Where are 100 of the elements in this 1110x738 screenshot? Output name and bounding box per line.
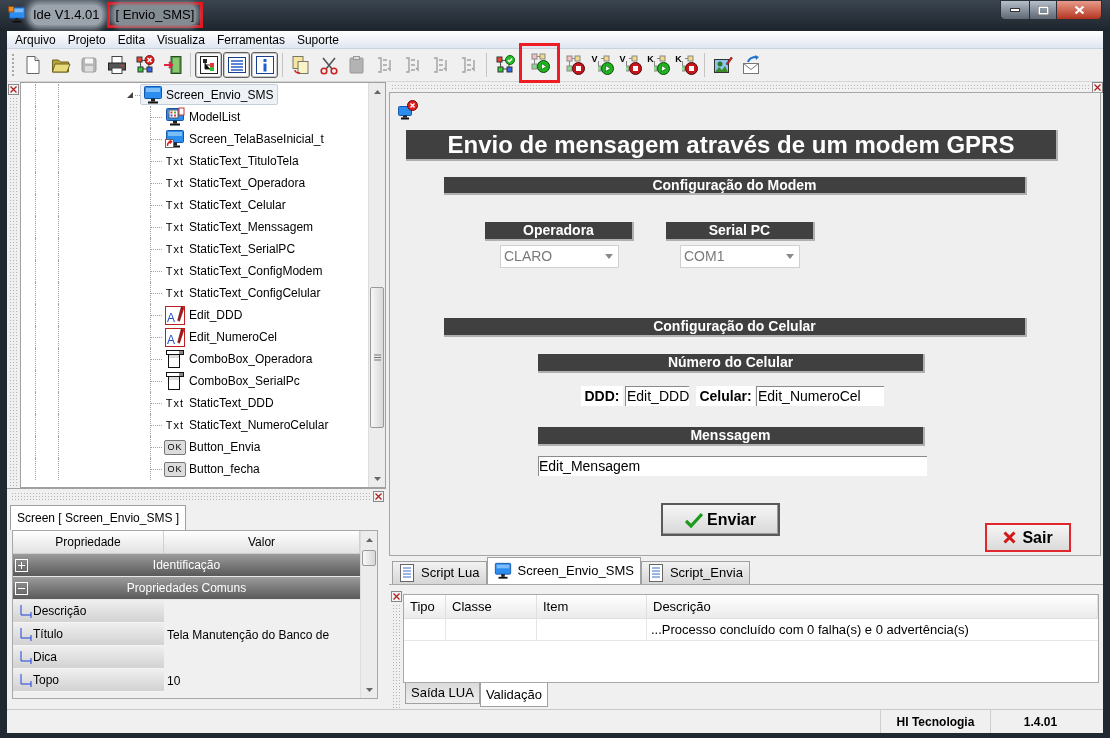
- tree-item[interactable]: ComboBox_SerialPc: [162, 370, 305, 392]
- close-icon[interactable]: [1092, 81, 1103, 93]
- combo-box-icon: [165, 371, 185, 391]
- toolbar-button[interactable]: K: [673, 52, 700, 78]
- type-label: Txt: [165, 419, 185, 431]
- tree-item[interactable]: OK Button_fecha: [162, 458, 265, 480]
- toolbar-button[interactable]: [251, 52, 278, 78]
- icon-letter: K: [647, 55, 654, 64]
- triangle-down-icon[interactable]: [127, 92, 133, 98]
- document-tab[interactable]: Screen_Envio_SMS: [486, 557, 641, 584]
- grip-icon: [373, 354, 381, 361]
- text-field[interactable]: Edit_NumeroCel: [756, 386, 884, 406]
- caret-down-icon: [365, 687, 373, 692]
- menu-item[interactable]: Suporte: [290, 31, 345, 48]
- field-label: Celular:: [696, 386, 755, 406]
- column-header: Tipo: [404, 595, 446, 618]
- type-label: OK: [164, 461, 186, 477]
- close-icon[interactable]: [373, 490, 384, 502]
- panel-grip[interactable]: [391, 84, 1090, 90]
- menu-item[interactable]: Ferramentas: [210, 31, 291, 48]
- monitor-icon: [8, 6, 26, 24]
- branch-icon: [20, 604, 32, 618]
- icon-letter: K: [675, 55, 682, 64]
- output-tab[interactable]: Validação: [479, 683, 548, 707]
- output-tab[interactable]: Saída LUA: [405, 683, 480, 704]
- maximize-button[interactable]: [1030, 0, 1057, 20]
- copy-icon: [290, 55, 311, 75]
- branch-icon: [20, 650, 32, 664]
- type-label: Txt: [165, 397, 185, 409]
- menu-item[interactable]: Projeto: [61, 31, 112, 48]
- door-icon: [162, 55, 183, 75]
- category-label: Identificação: [151, 557, 222, 574]
- toolbar-button[interactable]: V: [589, 52, 616, 78]
- menu-item[interactable]: Edita: [111, 31, 152, 48]
- type-label: Txt: [165, 155, 185, 167]
- property-name: Título: [33, 626, 63, 643]
- type-label: Txt: [165, 177, 185, 189]
- close-icon[interactable]: [8, 84, 19, 95]
- scrollbar-thumb[interactable]: [370, 287, 384, 428]
- property-value: 10: [167, 672, 181, 690]
- tree-item[interactable]: Txt StaticText_DDD: [162, 392, 279, 414]
- panel-grip[interactable]: [392, 604, 400, 709]
- document-tab[interactable]: Script_Envia: [640, 561, 750, 584]
- envelope-icon: [740, 55, 761, 75]
- network-error-icon: [134, 55, 155, 75]
- tree-item[interactable]: Txt StaticText_ConfigCelular: [162, 282, 326, 304]
- column-header: Classe: [446, 595, 537, 618]
- tree-item[interactable]: OK Button_Envia: [162, 436, 266, 458]
- close-icon[interactable]: [390, 591, 402, 602]
- close-button[interactable]: [1057, 0, 1102, 20]
- stop-icon: [625, 55, 642, 75]
- tree-item[interactable]: Screen_TelaBaseInicial_t: [162, 128, 329, 150]
- caret-down-icon: [373, 476, 381, 481]
- caret-down-icon: [605, 254, 613, 259]
- printer-icon: [106, 55, 127, 75]
- tree-item[interactable]: Txt StaticText_ConfigModem: [162, 260, 328, 282]
- form-title: Envio de mensagem através de um modem GPRS: [406, 130, 1058, 161]
- tree-item[interactable]: ModelList: [162, 106, 246, 128]
- toolbar-button[interactable]: K: [645, 52, 672, 78]
- tree-item[interactable]: Txt StaticText_SerialPC: [162, 238, 301, 260]
- toolbar-button[interactable]: V: [617, 52, 644, 78]
- tree-item[interactable]: Txt StaticText_Operadora: [162, 172, 311, 194]
- tree-item[interactable]: Txt StaticText_Celular: [162, 194, 291, 216]
- toolbar-grip[interactable]: [12, 54, 15, 76]
- panel-tab[interactable]: Screen [ Screen_Envio_SMS ]: [10, 505, 187, 530]
- menu-item[interactable]: Arquivo: [9, 31, 62, 48]
- scissors-icon: [318, 55, 339, 75]
- picture-icon: [712, 55, 733, 75]
- minus-icon[interactable]: [15, 581, 28, 595]
- status-text: 1.4.01: [990, 710, 1090, 733]
- menu-item[interactable]: Visualiza: [151, 31, 211, 48]
- maximize-icon: [1037, 5, 1049, 15]
- branch-icon: [20, 627, 32, 641]
- exit-button[interactable]: Sair: [985, 523, 1071, 552]
- tree-item[interactable]: A Edit_DDD: [162, 304, 248, 326]
- tree-item[interactable]: Txt StaticText_Menssagem: [162, 216, 319, 238]
- type-label: OK: [164, 439, 186, 455]
- network-check-icon: [494, 55, 515, 75]
- plus-icon[interactable]: [15, 558, 28, 572]
- document-icon: [647, 564, 664, 582]
- toolbar-button[interactable]: [195, 52, 222, 78]
- tree-item[interactable]: Screen_Envio_SMS: [140, 84, 279, 105]
- tree-item[interactable]: A Edit_NumeroCel: [162, 326, 283, 348]
- type-label: Txt: [165, 243, 185, 255]
- minimize-button[interactable]: [1000, 0, 1030, 20]
- tree-item[interactable]: ComboBox_Operadora: [162, 348, 318, 370]
- panel-grip[interactable]: [9, 97, 18, 488]
- text-edit-icon: A: [165, 327, 185, 347]
- section-header: Configuração do Celular: [444, 318, 1027, 337]
- status-text: HI Tecnologia: [880, 710, 990, 733]
- scrollbar-thumb[interactable]: [362, 550, 376, 566]
- document-tab[interactable]: Script Lua: [392, 561, 487, 584]
- icon-letter: V: [591, 55, 598, 64]
- send-button[interactable]: Enviar: [661, 503, 780, 536]
- toolbar-button[interactable]: [223, 52, 250, 78]
- text-field[interactable]: Edit_Mensagem: [538, 456, 927, 476]
- text-field[interactable]: Edit_DDD: [625, 386, 689, 406]
- tree-item[interactable]: Txt StaticText_NumeroCelular: [162, 414, 334, 436]
- stop-icon: [564, 55, 585, 75]
- tree-item[interactable]: Txt StaticText_TituloTela: [162, 150, 304, 172]
